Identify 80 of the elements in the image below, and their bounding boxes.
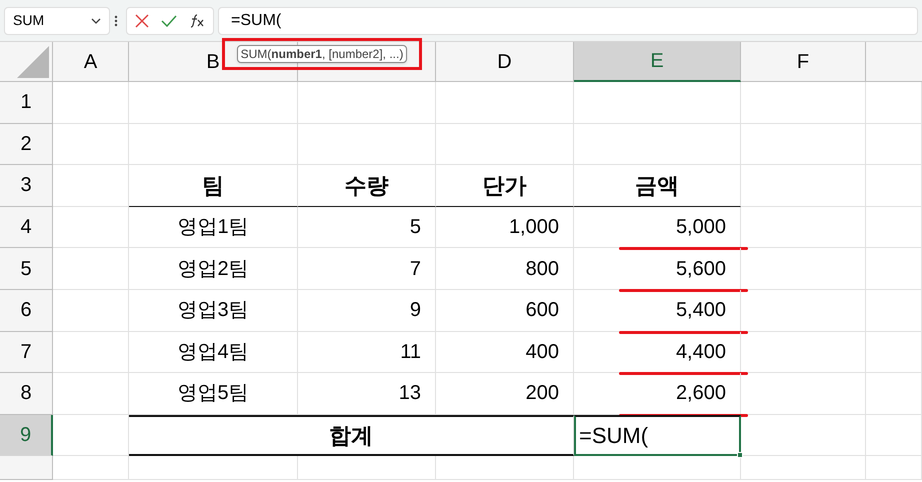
table-cell-text: 5,600 xyxy=(676,256,726,282)
empty-cell[interactable] xyxy=(866,456,922,480)
empty-cell[interactable] xyxy=(866,414,922,456)
row-header[interactable]: 6 xyxy=(0,290,53,332)
formula-input[interactable]: =SUM( xyxy=(218,6,918,34)
column-header[interactable]: E xyxy=(574,42,741,82)
fill-handle[interactable] xyxy=(737,452,743,458)
function-tooltip: SUM(number1, [number2], ...) xyxy=(236,45,408,63)
empty-cell[interactable] xyxy=(866,206,922,248)
table-cell: 영업3팀 xyxy=(129,290,298,332)
table-cell-text: 5,400 xyxy=(676,298,726,324)
column-heading: 팀 xyxy=(129,165,298,207)
chevron-down-icon xyxy=(91,18,101,24)
cancel-icon[interactable] xyxy=(135,14,149,28)
check-icon[interactable] xyxy=(161,14,177,26)
empty-cell[interactable] xyxy=(129,82,298,124)
column-header[interactable] xyxy=(866,42,922,82)
function-icon[interactable] xyxy=(189,14,205,28)
empty-cell[interactable] xyxy=(436,82,574,124)
empty-cell[interactable] xyxy=(436,456,574,480)
table-cell: 영업1팀 xyxy=(129,206,298,248)
formula-text: =SUM( xyxy=(231,10,282,30)
empty-cell[interactable] xyxy=(741,165,866,207)
row-header[interactable]: 4 xyxy=(0,206,53,248)
table-cell: 7 xyxy=(298,248,436,290)
empty-cell[interactable] xyxy=(741,124,866,166)
table-cell: 영업2팀 xyxy=(129,248,298,290)
table-cell: 9 xyxy=(298,290,436,332)
row-header[interactable]: 7 xyxy=(0,332,53,374)
empty-cell[interactable] xyxy=(866,124,922,166)
more-options-icon[interactable] xyxy=(114,14,118,26)
empty-cell[interactable] xyxy=(574,456,741,480)
empty-cell[interactable] xyxy=(866,248,922,290)
column-header[interactable]: F xyxy=(741,42,866,82)
row-header[interactable]: 9 xyxy=(0,414,53,456)
row-header[interactable]: 5 xyxy=(0,248,53,290)
empty-cell[interactable] xyxy=(298,456,436,480)
column-heading: 금액 xyxy=(574,165,741,207)
empty-cell[interactable] xyxy=(866,165,922,207)
name-box-value: SUM xyxy=(13,11,44,30)
table-cell: 1,000 xyxy=(436,206,574,248)
table-cell-text: 5,000 xyxy=(676,215,726,240)
row-header[interactable]: 2 xyxy=(0,124,53,166)
table-cell: 영업4팀 xyxy=(129,332,298,374)
table-cell: 13 xyxy=(298,373,436,415)
column-header[interactable]: D xyxy=(436,42,574,82)
cell-editor[interactable]: =SUM( xyxy=(574,414,741,456)
row-header[interactable]: 3 xyxy=(0,165,53,207)
empty-cell[interactable] xyxy=(574,124,741,166)
empty-cell[interactable] xyxy=(298,82,436,124)
total-label: 합계 xyxy=(129,414,574,456)
empty-cell[interactable] xyxy=(298,124,436,166)
empty-cell[interactable] xyxy=(741,82,866,124)
empty-cell[interactable] xyxy=(129,456,298,480)
row-header[interactable]: 8 xyxy=(0,373,53,415)
table-cell: 영업5팀 xyxy=(129,373,298,415)
empty-cell[interactable] xyxy=(436,124,574,166)
table-cell-text: 2,600 xyxy=(676,381,726,406)
row-header[interactable] xyxy=(0,456,53,480)
empty-cell[interactable] xyxy=(866,332,922,374)
empty-cell[interactable] xyxy=(741,414,866,456)
table-cell: 200 xyxy=(436,373,574,415)
empty-cell[interactable] xyxy=(741,456,866,480)
table-cell-text: 4,400 xyxy=(676,340,726,365)
empty-cell[interactable] xyxy=(129,124,298,166)
column-heading: 수량 xyxy=(298,165,436,207)
empty-cell[interactable] xyxy=(574,82,741,124)
name-box[interactable]: SUM xyxy=(4,6,110,34)
table-cell: 400 xyxy=(436,332,574,374)
column-heading: 단가 xyxy=(436,165,574,207)
table-cell: 5 xyxy=(298,206,436,248)
table-cell: 800 xyxy=(436,248,574,290)
column-header[interactable]: A xyxy=(53,42,129,82)
select-all-icon[interactable] xyxy=(17,46,49,78)
table-cell: 11 xyxy=(298,332,436,374)
empty-cell[interactable] xyxy=(866,82,922,124)
empty-cell[interactable] xyxy=(866,373,922,415)
table-cell: 600 xyxy=(436,290,574,332)
row-header[interactable]: 1 xyxy=(0,82,53,124)
empty-cell[interactable] xyxy=(866,290,922,332)
